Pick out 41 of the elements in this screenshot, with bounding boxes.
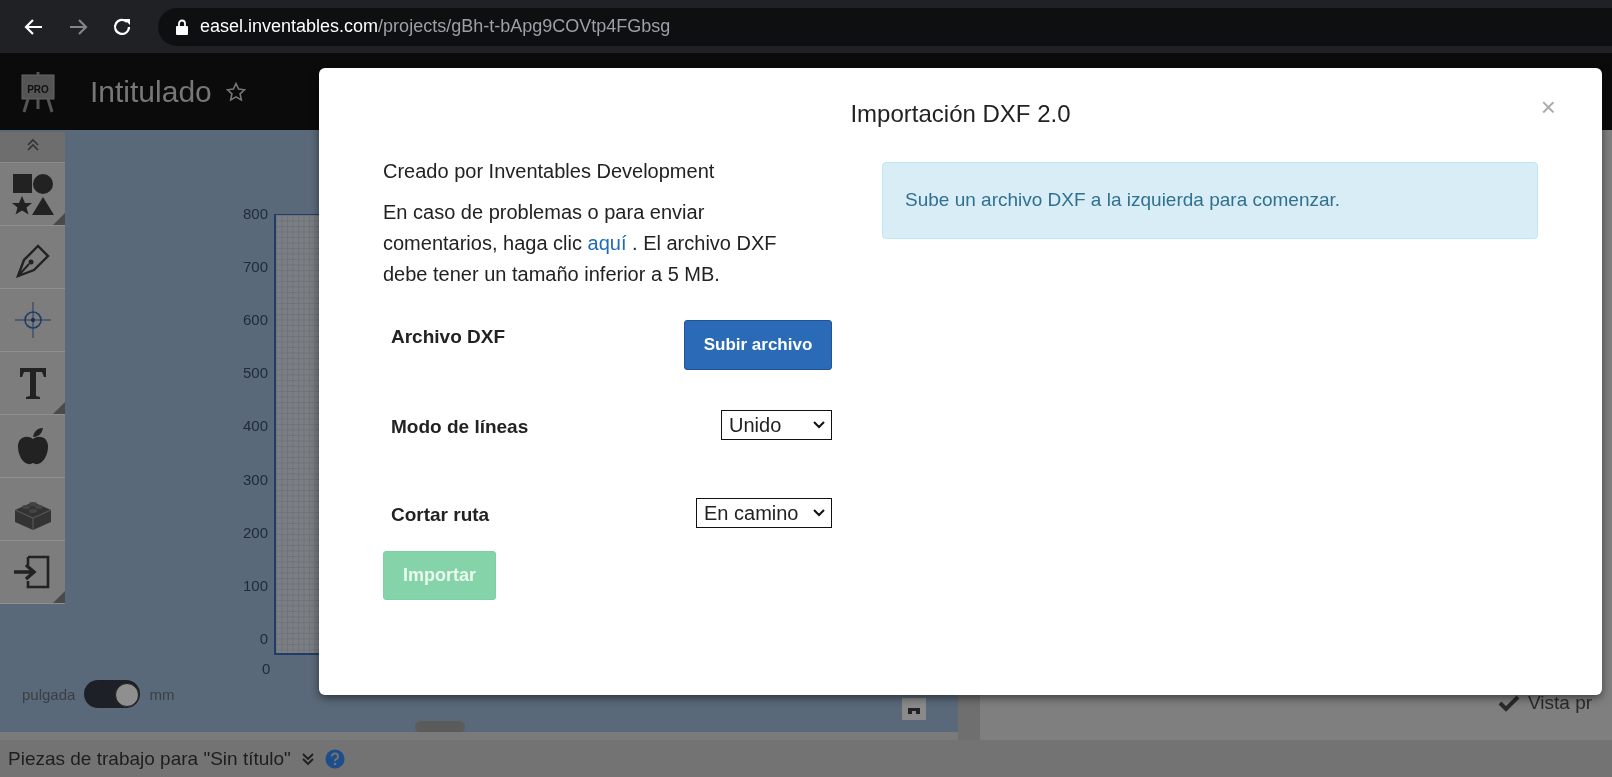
address-bar[interactable]: easel.inventables.com/projects/gBh-t-bApg9COVtp4FGbsg xyxy=(158,7,1612,46)
corner-marker xyxy=(53,213,65,225)
dialog-title: Importación DXF 2.0 xyxy=(850,100,1071,129)
axis-label: 0 xyxy=(262,660,271,677)
field-label: Cortar ruta xyxy=(391,504,490,526)
field-label: Archivo DXF xyxy=(391,326,506,348)
corner-marker xyxy=(53,591,65,603)
unit-toggle[interactable] xyxy=(84,680,141,708)
axis-label: 100 xyxy=(242,577,268,593)
lock-icon xyxy=(176,18,188,35)
axis-label: 700 xyxy=(242,259,268,275)
help-text: En caso de problemas o para enviar comentarios, haga clic aquí . El archivo DXF debe tener un tamaño inferior a 5 MB. xyxy=(383,200,778,287)
scrollbar-thumb[interactable] xyxy=(415,721,465,732)
shapes-icon[interactable] xyxy=(11,173,54,215)
axis-label: 400 xyxy=(242,418,268,434)
project-title[interactable]: Intitulado xyxy=(90,74,212,109)
collapse-icon[interactable] xyxy=(25,138,40,152)
author-text: Creado por Inventables Development xyxy=(383,160,716,183)
corner-marker xyxy=(53,402,65,414)
url-text: easel.inventables.com/projects/gBh-t-bApg9COVtp4FGbsg xyxy=(200,16,671,37)
axis-label: 300 xyxy=(242,471,268,487)
axis-label: 500 xyxy=(242,365,268,381)
line-mode-dropdown[interactable]: Unido xyxy=(721,410,832,440)
upload-button[interactable]: Subir archivo xyxy=(684,320,832,370)
info-message: Sube un archivo DXF a la izquierda para comenzar. xyxy=(882,162,1538,239)
check-icon[interactable] xyxy=(1498,694,1520,712)
axis-label: 600 xyxy=(242,312,268,328)
workpieces-label[interactable]: Piezas de trabajo para "Sin título" xyxy=(8,747,291,770)
axis-label: 0 xyxy=(259,630,268,646)
cut-path-dropdown[interactable]: En camino xyxy=(696,498,832,528)
preview-label[interactable]: Vista pr xyxy=(1528,692,1593,714)
fit-view-button[interactable] xyxy=(902,698,926,720)
chevron-icon xyxy=(813,509,825,517)
help-link[interactable]: aquí xyxy=(587,232,627,254)
easel-logo: PRO xyxy=(20,70,56,113)
axis-label: 200 xyxy=(242,524,268,540)
chevron-icon[interactable] xyxy=(300,751,315,766)
chevron-icon xyxy=(813,421,825,429)
axis-label: 800 xyxy=(242,206,268,221)
field-label: Modo de líneas xyxy=(391,416,529,438)
star-icon[interactable] xyxy=(225,81,246,102)
